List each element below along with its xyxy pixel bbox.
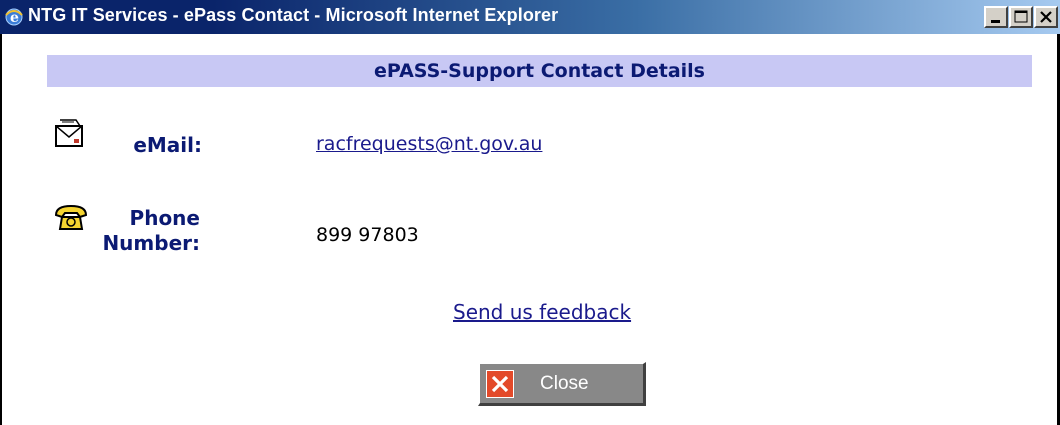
- internet-explorer-icon: e: [4, 7, 24, 27]
- close-window-icon: [1040, 11, 1052, 23]
- window-controls: [983, 6, 1058, 28]
- email-label: eMail:: [133, 133, 202, 157]
- window-left-border: [0, 34, 8, 425]
- phone-value: 899 97803: [316, 224, 419, 246]
- minimize-button[interactable]: [984, 6, 1008, 28]
- close-window-button[interactable]: [1034, 6, 1058, 28]
- browser-window: e NTG IT Services - ePass Contact - Micr…: [0, 0, 1060, 425]
- phone-label-line1: Phone: [129, 206, 200, 230]
- title-bar[interactable]: e NTG IT Services - ePass Contact - Micr…: [0, 0, 1060, 34]
- email-link[interactable]: racfrequests@nt.gov.au: [316, 133, 542, 155]
- close-x-icon: [486, 370, 514, 398]
- window-title: NTG IT Services - ePass Contact - Micros…: [28, 5, 559, 25]
- telephone-icon: [53, 203, 89, 237]
- page-title: ePASS-Support Contact Details: [47, 55, 1032, 87]
- send-feedback-link[interactable]: Send us feedback: [453, 300, 631, 324]
- email-envelope-icon: [52, 116, 86, 154]
- close-button-label: Close: [540, 373, 589, 394]
- phone-label-line2: Number:: [102, 231, 200, 255]
- close-button[interactable]: Close: [478, 362, 646, 406]
- maximize-icon: [1014, 10, 1028, 23]
- minimize-icon: [991, 20, 1000, 23]
- phone-label: Phone Number:: [90, 206, 200, 256]
- maximize-button[interactable]: [1009, 6, 1033, 28]
